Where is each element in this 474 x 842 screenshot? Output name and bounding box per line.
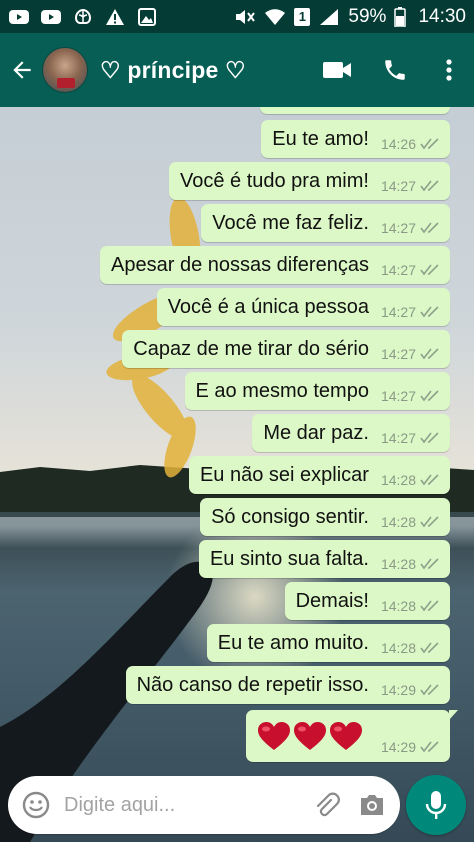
message-time: 14:27 [380,178,416,194]
message-time: 14:29 [380,682,416,698]
message-bubble[interactable]: Não canso de repetir isso. 14:29 [125,666,450,704]
heart-icon [257,722,290,750]
message-text: Você é a única pessoa [167,295,369,318]
message-time: 14:27 [380,262,416,278]
brain-icon [72,8,94,26]
message-bubble[interactable]: Apesar de nossas diferenças 14:27 [100,246,450,284]
message-text: Me dar paz. [263,421,369,444]
message-time: 14:27 [380,304,416,320]
chat-header: ♡ príncipe ♡ [0,33,474,107]
message-bubble-partial[interactable] [260,107,450,114]
message-input[interactable]: Digite aqui... [64,794,312,817]
message-text: Demais! [295,589,369,612]
wifi-icon [264,8,286,26]
message-text: Apesar de nossas diferenças [111,253,369,276]
camera-icon[interactable] [358,793,386,817]
read-ticks-icon [420,642,439,654]
message-bubble[interactable]: Eu te amo muito. 14:28 [206,624,450,662]
read-ticks-icon [420,138,439,150]
avatar[interactable] [42,47,88,93]
message-bubble[interactable]: Eu sinto sua falta. 14:28 [198,540,450,578]
message-time: 14:28 [380,640,416,656]
message-bubble[interactable]: Eu te amo! 14:26 [261,120,450,158]
sim-badge: 1 [294,7,311,26]
message-text: Capaz de me tirar do sério [133,337,369,360]
read-ticks-icon [420,741,439,753]
emoji-icon[interactable] [22,791,50,819]
read-ticks-icon [420,390,439,402]
gallery-icon [136,7,158,26]
warning-icon [104,8,126,26]
message-bubble[interactable]: Você me faz feliz. 14:27 [201,204,450,242]
video-call-icon [323,62,351,78]
message-bubble-emoji[interactable]: 14:29 [245,710,459,762]
read-ticks-icon [420,264,439,276]
message-bubble[interactable]: Eu não sei explicar 14:28 [188,456,450,494]
read-ticks-icon [420,348,439,360]
message-text: Eu te amo! [272,127,369,150]
message-time: 14:28 [380,556,416,572]
battery-icon [394,6,407,27]
message-time: 14:27 [380,220,416,236]
mic-icon [425,791,447,819]
more-vert-icon [446,59,452,81]
message-time: 14:26 [380,136,416,152]
contact-name[interactable]: ♡ príncipe ♡ [100,57,246,84]
read-ticks-icon [420,222,439,234]
message-time: 14:28 [380,472,416,488]
message-bubble[interactable]: Me dar paz. 14:27 [252,414,450,452]
message-text: Eu sinto sua falta. [209,547,369,570]
heart-icon [329,722,362,750]
read-ticks-icon [420,600,439,612]
chat-area[interactable]: Eu te amo! 14:26 Você é tudo pra mim! 14… [0,107,474,842]
message-bubble[interactable]: Você é tudo pra mim! 14:27 [168,162,450,200]
message-time: 14:28 [380,514,416,530]
message-time: 14:27 [380,430,416,446]
message-time: 14:29 [380,739,416,755]
message-bubble[interactable]: E ao mesmo tempo 14:27 [184,372,450,410]
mic-button[interactable] [406,775,466,835]
battery-percent: 59% [348,5,387,27]
message-text: Eu te amo muito. [217,631,369,654]
video-call-button[interactable] [308,33,366,107]
message-bubble[interactable]: Capaz de me tirar do sério 14:27 [122,330,450,368]
read-ticks-icon [420,558,439,570]
read-ticks-icon [420,306,439,318]
voice-call-button[interactable] [366,33,424,107]
read-ticks-icon [420,432,439,444]
message-text: Você é tudo pra mim! [179,169,369,192]
phone-icon [385,60,405,80]
youtube-icon [40,8,62,26]
message-text: Você me faz feliz. [212,211,369,234]
status-bar: 1 59% 14:30 [0,0,474,33]
more-options-button[interactable] [424,33,474,107]
message-time: 14:28 [380,598,416,614]
message-text: Eu não sei explicar [199,463,369,486]
mute-icon [234,8,256,26]
message-text: Só consigo sentir. [211,505,369,528]
message-bubble[interactable]: Você é a única pessoa 14:27 [156,288,450,326]
signal-icon [318,8,340,26]
message-text: E ao mesmo tempo [195,379,369,402]
read-ticks-icon [420,684,439,696]
message-time: 14:27 [380,388,416,404]
read-ticks-icon [420,516,439,528]
message-bubble[interactable]: Só consigo sentir. 14:28 [200,498,450,536]
heart-icon [293,722,326,750]
clock: 14:30 [418,5,466,27]
attach-icon[interactable] [312,791,340,819]
youtube-icon [8,8,30,26]
message-time: 14:27 [380,346,416,362]
message-bubble[interactable]: Demais! 14:28 [284,582,450,620]
message-composer: Digite aqui... [8,776,400,834]
message-text: Não canso de repetir isso. [136,673,369,696]
back-button[interactable] [2,33,42,107]
read-ticks-icon [420,474,439,486]
heart-emoji-group [257,721,363,751]
read-ticks-icon [420,180,439,192]
back-arrow-icon [13,61,31,79]
